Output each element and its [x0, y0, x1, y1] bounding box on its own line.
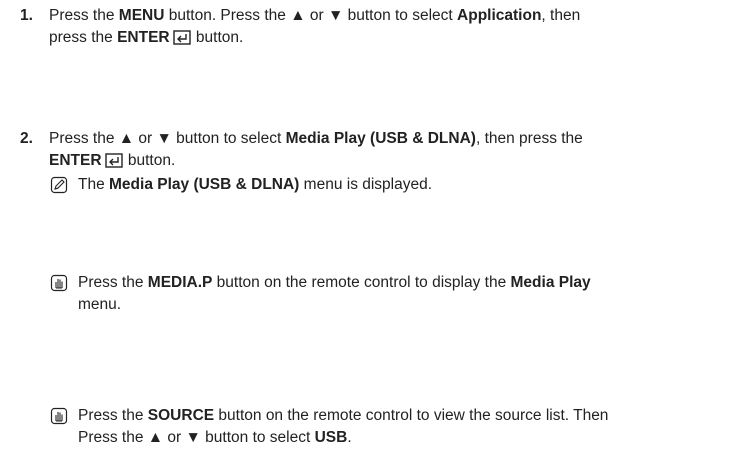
step-2-number: 2. [20, 130, 33, 147]
step-1-number: 1. [20, 7, 33, 24]
note-pencil-icon [50, 176, 68, 194]
step-2-line-1: Press the ▲ or ▼ button to select Media … [49, 130, 583, 147]
step-1-line-2: press the ENTER button. [49, 29, 244, 46]
note-hand-icon [50, 407, 68, 425]
enter-icon [172, 30, 191, 45]
enter-icon [104, 153, 123, 168]
note-3-line-1: Press the SOURCE button on the remote co… [78, 407, 609, 424]
note-3-line-2: Press the ▲ or ▼ button to select USB. [78, 429, 352, 446]
step-2-line-2: ENTER button. [49, 152, 176, 169]
note-2-line-1: Press the MEDIA.P button on the remote c… [78, 274, 591, 291]
note-1-text: The Media Play (USB & DLNA) menu is disp… [78, 176, 433, 193]
note-hand-icon [50, 274, 68, 292]
step-1-line-1: Press the MENU button. Press the ▲ or ▼ … [49, 7, 581, 24]
note-2-line-2: menu. [78, 296, 122, 313]
